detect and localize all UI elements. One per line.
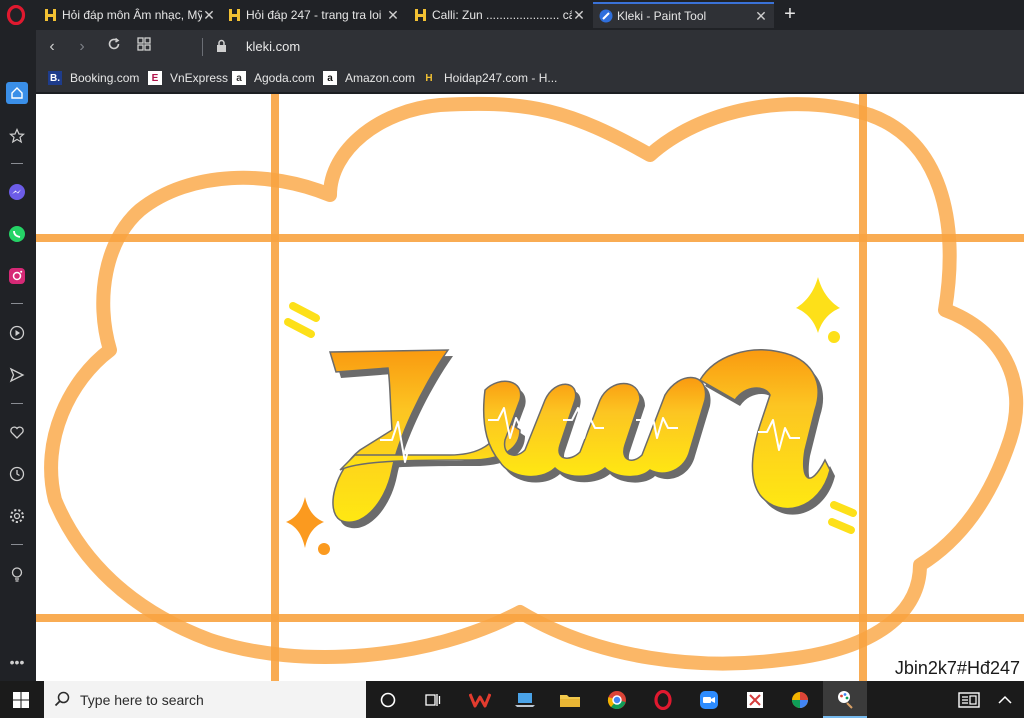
agoda-icon: a bbox=[232, 71, 246, 85]
paint-icon bbox=[838, 691, 853, 709]
snipping-tool-icon[interactable] bbox=[744, 689, 766, 711]
bookmark-vnexpress[interactable]: E VnExpress bbox=[148, 70, 228, 86]
zoom-icon[interactable] bbox=[698, 689, 720, 711]
bookmark-label: Amazon.com bbox=[345, 71, 416, 85]
bookmarks-bar: B. Booking.com E VnExpress a Agoda.com a… bbox=[36, 64, 1024, 92]
tab-title: Hỏi đáp môn Âm nhạc, Mỹ bbox=[62, 8, 202, 22]
tab-bar: Hỏi đáp môn Âm nhạc, Mỹ ✕ Hỏi đáp 247 - … bbox=[0, 0, 1024, 30]
settings-icon[interactable] bbox=[6, 505, 28, 527]
hoidap-icon bbox=[228, 8, 242, 22]
divider bbox=[11, 544, 23, 545]
paint-3d-icon[interactable] bbox=[789, 689, 811, 711]
divider bbox=[202, 38, 203, 56]
tab-kleki[interactable]: Kleki - Paint Tool ✕ bbox=[593, 2, 774, 28]
lock-icon[interactable] bbox=[216, 39, 227, 53]
bookmark-amazon[interactable]: a Amazon.com bbox=[323, 70, 415, 86]
cortana-icon[interactable] bbox=[377, 689, 399, 711]
sparkle-dashes-right bbox=[828, 501, 857, 534]
opera-logo-icon[interactable] bbox=[6, 5, 26, 25]
bookmark-label: Agoda.com bbox=[254, 71, 315, 85]
chevron-up-icon[interactable] bbox=[994, 689, 1016, 711]
send-icon[interactable] bbox=[6, 364, 28, 386]
forward-icon[interactable]: › bbox=[72, 37, 92, 57]
star-icon[interactable] bbox=[6, 125, 28, 147]
sparkle-star-top-right bbox=[796, 277, 840, 343]
tab-hoidap-music[interactable]: Hỏi đáp môn Âm nhạc, Mỹ ✕ bbox=[38, 2, 222, 28]
whatsapp-icon[interactable] bbox=[6, 223, 28, 245]
speed-dial-icon[interactable] bbox=[134, 37, 154, 57]
back-icon[interactable]: ‹ bbox=[42, 37, 62, 57]
instagram-icon[interactable] bbox=[6, 265, 28, 287]
news-widget-icon[interactable] bbox=[958, 689, 980, 711]
windows-taskbar: Type here to search bbox=[0, 681, 1024, 718]
booking-icon: B. bbox=[48, 71, 62, 85]
paint-app-active[interactable] bbox=[823, 681, 867, 718]
new-tab-button[interactable]: + bbox=[780, 4, 800, 24]
cloud-frame bbox=[44, 96, 1024, 671]
close-icon[interactable]: ✕ bbox=[754, 8, 768, 25]
divider bbox=[11, 403, 23, 404]
home-icon[interactable] bbox=[6, 82, 28, 104]
search-placeholder: Type here to search bbox=[80, 692, 204, 708]
hoidap-icon: H bbox=[425, 72, 433, 84]
bookmark-agoda[interactable]: a Agoda.com bbox=[232, 70, 315, 86]
heart-icon[interactable] bbox=[6, 421, 28, 443]
player-icon[interactable] bbox=[6, 322, 28, 344]
chrome-icon[interactable] bbox=[606, 689, 628, 711]
bookmark-label: VnExpress bbox=[170, 71, 229, 85]
url-field[interactable]: kleki.com bbox=[246, 39, 300, 54]
file-explorer-icon[interactable] bbox=[559, 689, 581, 711]
tab-title: Kleki - Paint Tool bbox=[617, 9, 707, 23]
address-bar: ‹ › kleki.com bbox=[36, 30, 1024, 64]
taskbar-search[interactable]: Type here to search bbox=[44, 681, 366, 718]
vnexpress-icon: E bbox=[148, 71, 162, 85]
kleki-icon bbox=[599, 9, 613, 23]
drawing bbox=[36, 94, 1024, 681]
sparkle-dashes-left bbox=[284, 302, 320, 338]
bookmark-label: Booking.com bbox=[70, 71, 140, 85]
close-icon[interactable]: ✕ bbox=[202, 7, 216, 24]
signature-watermark: Jbin2k7#Hđ247 bbox=[894, 658, 1020, 678]
hoidap-icon bbox=[44, 8, 58, 22]
task-view-icon[interactable] bbox=[421, 689, 443, 711]
opera-taskbar-icon[interactable] bbox=[652, 689, 674, 711]
more-icon[interactable]: ••• bbox=[6, 651, 28, 673]
reload-icon[interactable] bbox=[104, 37, 124, 57]
kleki-canvas[interactable]: Jbin2k7#Hđ247 bbox=[36, 94, 1024, 681]
bookmark-hoidap247[interactable]: H Hoidap247.com - H... bbox=[422, 70, 557, 86]
amazon-icon: a bbox=[323, 71, 337, 85]
lightbulb-icon[interactable] bbox=[6, 563, 28, 585]
tab-hoidap-247[interactable]: Hỏi đáp 247 - trang tra loi ✕ bbox=[222, 2, 406, 28]
search-icon bbox=[54, 691, 70, 707]
close-icon[interactable]: ✕ bbox=[572, 7, 586, 24]
tab-calli-zun[interactable]: Calli: Zun ...................... câu h … bbox=[408, 2, 592, 28]
close-icon[interactable]: ✕ bbox=[386, 7, 400, 24]
opera-sidebar: ••• bbox=[0, 30, 36, 681]
bookmark-booking[interactable]: B. Booking.com bbox=[48, 70, 139, 86]
messenger-icon[interactable] bbox=[6, 181, 28, 203]
divider bbox=[11, 303, 23, 304]
sparkle-star-bottom-left bbox=[286, 497, 330, 555]
hoidap-icon bbox=[414, 8, 428, 22]
tab-title: Calli: Zun ...................... câu h bbox=[432, 8, 572, 22]
tab-title: Hỏi đáp 247 - trang tra loi bbox=[246, 8, 382, 22]
bookmark-label: Hoidap247.com - H... bbox=[444, 71, 558, 85]
windows-start-icon[interactable] bbox=[10, 689, 32, 711]
laptop-icon[interactable] bbox=[514, 689, 536, 711]
history-icon[interactable] bbox=[6, 463, 28, 485]
wps-office-icon[interactable] bbox=[469, 689, 491, 711]
divider bbox=[11, 163, 23, 164]
